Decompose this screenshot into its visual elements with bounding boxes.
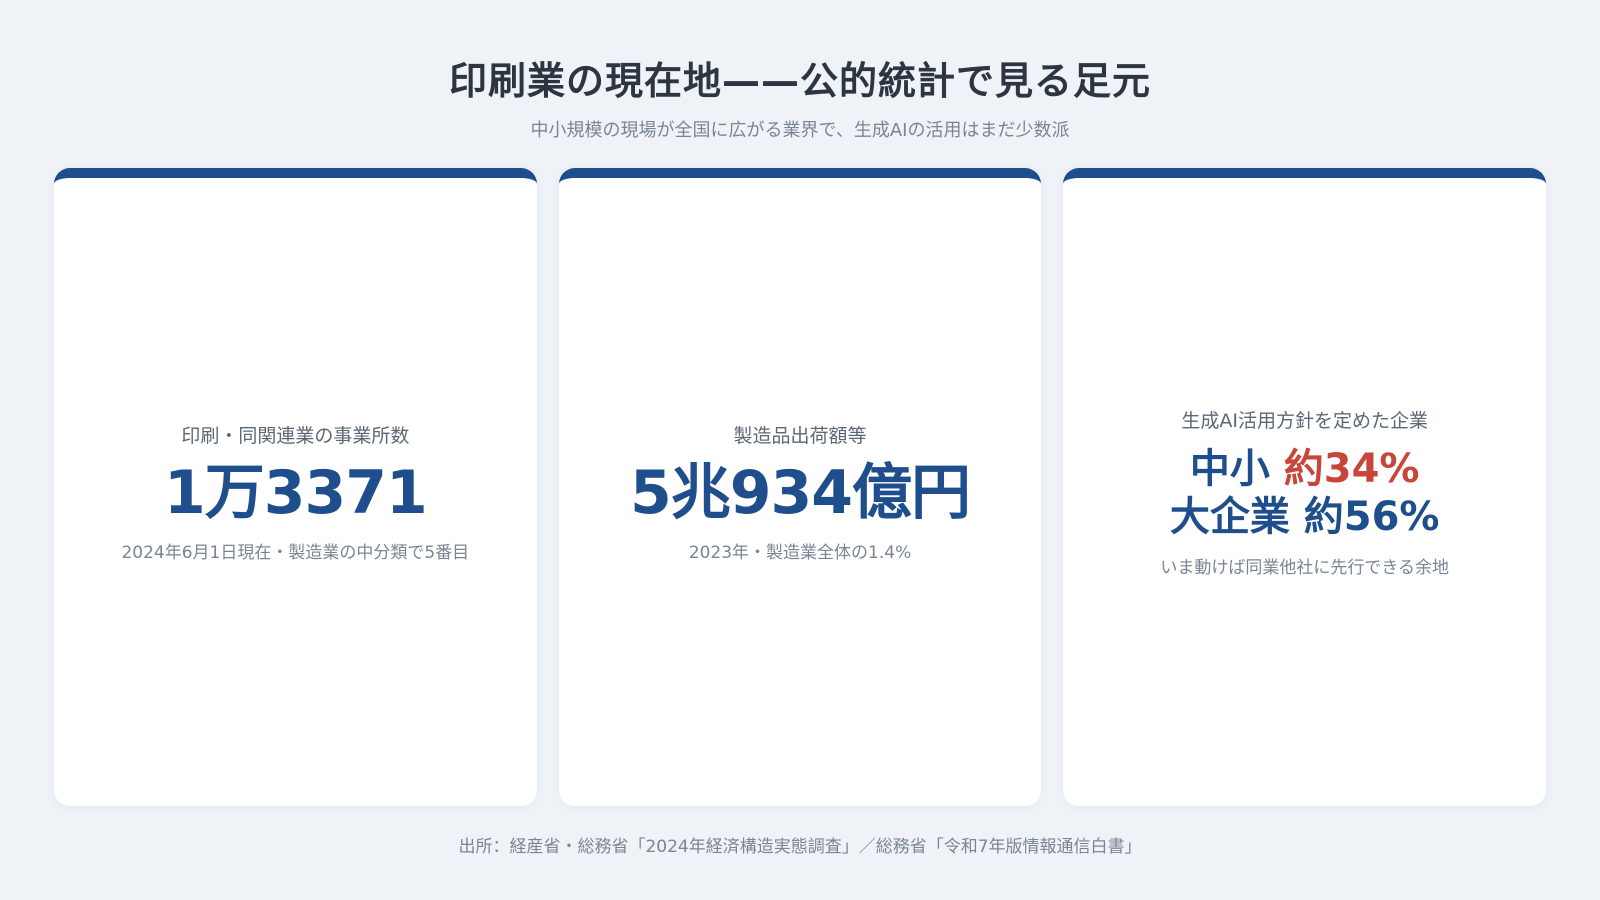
stat-note: 2023年・製造業全体の1.4%: [688, 543, 912, 563]
stat-label: 生成AI活用方針を定めた企業: [1181, 410, 1428, 432]
source-note: 出所：経産省・総務省「2024年経済構造実態調査」／総務省「令和7年版情報通信白…: [458, 837, 1142, 857]
stat-value: 5兆934億円: [630, 458, 971, 528]
stat-line-large: 大企業 約56%: [1170, 493, 1440, 541]
page: 印刷業の現在地——公的統計で見る足元 中小規模の現場が全国に広がる業界で、生成A…: [0, 0, 1600, 900]
page-subtitle: 中小規模の現場が全国に広がる業界で、生成AIの活用はまだ少数派: [530, 120, 1070, 141]
stat-card-shipments: 製造品出荷額等 5兆934億円 2023年・製造業全体の1.4%: [558, 168, 1042, 806]
stat-label: 印刷・同関連業の事業所数: [181, 425, 410, 447]
stat-value: 1万3371: [163, 458, 428, 528]
stat-label: 製造品出荷額等: [733, 425, 867, 447]
stat-line-sme: 中小 約34%: [1190, 445, 1420, 493]
stat-card-establishments: 印刷・同関連業の事業所数 1万3371 2024年6月1日現在・製造業の中分類で…: [54, 168, 537, 806]
stat-line-value-highlight: 約34%: [1283, 446, 1420, 492]
stat-line-value: 約56%: [1303, 494, 1440, 540]
stat-note: 2024年6月1日現在・製造業の中分類で5番目: [121, 543, 470, 563]
stat-line-prefix: 大企業: [1169, 494, 1290, 540]
stat-cards: 印刷・同関連業の事業所数 1万3371 2024年6月1日現在・製造業の中分類で…: [54, 168, 1547, 806]
stat-line-prefix: 中小: [1189, 446, 1270, 492]
stat-card-genai-policy: 生成AI活用方針を定めた企業 中小 約34% 大企業 約56% いま動けば同業他…: [1063, 168, 1547, 806]
stat-note: いま動けば同業他社に先行できる余地: [1160, 558, 1450, 578]
page-title: 印刷業の現在地——公的統計で見る足元: [448, 59, 1151, 103]
